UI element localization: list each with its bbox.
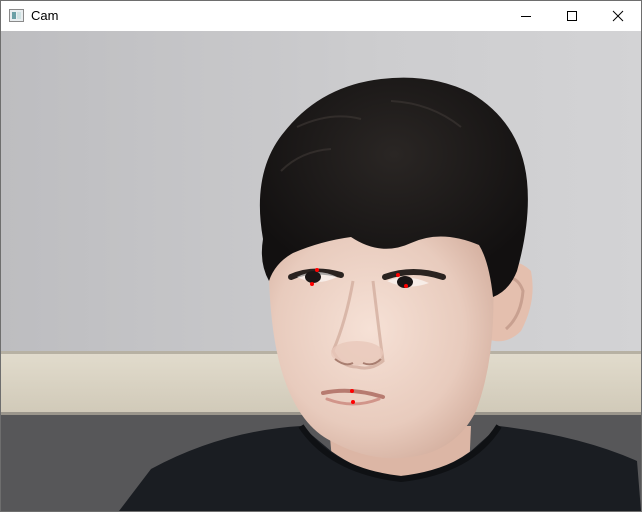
close-icon bbox=[612, 10, 624, 22]
left-eye-top bbox=[315, 268, 319, 272]
right-eye-top bbox=[396, 273, 400, 277]
mouth-top bbox=[350, 389, 354, 393]
maximize-button[interactable] bbox=[549, 1, 595, 31]
maximize-icon bbox=[567, 11, 577, 21]
cam-window: Cam bbox=[0, 0, 642, 512]
title-bar[interactable]: Cam bbox=[1, 1, 641, 31]
right-eye-bottom bbox=[404, 284, 408, 288]
minimize-icon bbox=[521, 16, 531, 17]
minimize-button[interactable] bbox=[503, 1, 549, 31]
left-eye-bottom bbox=[310, 282, 314, 286]
left-eye bbox=[305, 271, 321, 283]
camera-frame bbox=[1, 31, 641, 511]
window-title: Cam bbox=[31, 8, 59, 23]
close-button[interactable] bbox=[595, 1, 641, 31]
app-window-icon bbox=[9, 9, 24, 22]
mouth-bottom bbox=[351, 400, 355, 404]
camera-feed bbox=[1, 31, 641, 511]
